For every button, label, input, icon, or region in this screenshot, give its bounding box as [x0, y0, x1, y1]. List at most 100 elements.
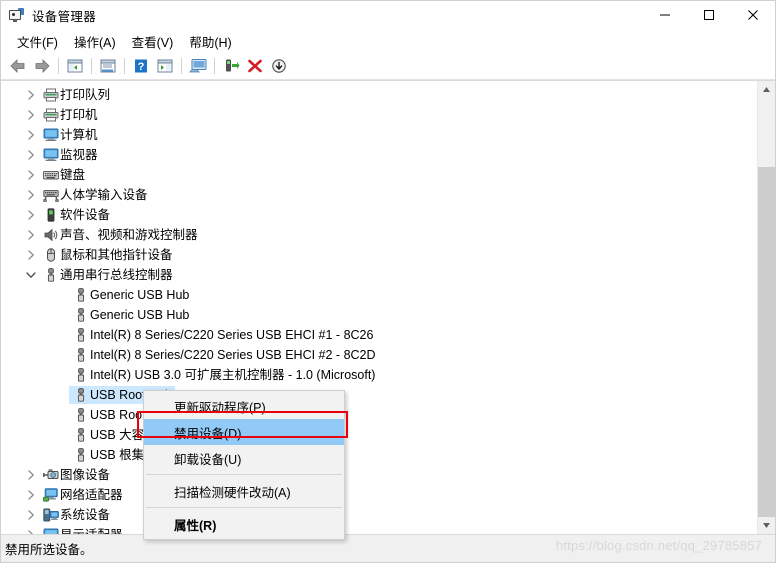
tree-row-content[interactable]: Generic USB Hub — [69, 306, 192, 324]
tree-row-content[interactable]: 声音、视频和游戏控制器 — [39, 226, 201, 244]
tree-row[interactable]: 通用串行总线控制器 — [1, 265, 757, 285]
printer-icon — [42, 105, 60, 125]
chevron-right-icon[interactable] — [23, 125, 39, 145]
device-tree[interactable]: 打印队列打印机计算机监视器键盘人体学输入设备软件设备声音、视频和游戏控制器 鼠标和… — [1, 81, 757, 534]
chevron-right-icon[interactable] — [23, 185, 39, 205]
tree-row[interactable]: 显示适配器 — [1, 525, 757, 534]
tree-row[interactable]: USB Root Hub — [1, 385, 757, 405]
scrollbar-down-arrow[interactable] — [758, 517, 775, 534]
tree-row-content[interactable]: 图像设备 — [39, 466, 113, 484]
usb-icon — [72, 345, 90, 365]
tree-row-content[interactable]: Intel(R) 8 Series/C220 Series USB EHCI #… — [69, 346, 379, 364]
window-controls — [643, 1, 775, 29]
tree-row[interactable]: 打印队列 — [1, 85, 757, 105]
tree-row[interactable]: 鼠标和其他指针设备 — [1, 245, 757, 265]
scrollbar-thumb[interactable] — [758, 98, 775, 167]
device-manager-window: 设备管理器 文件(F) 操作(A) 查看(V) 帮助(H) ? 打印队列 打印机… — [0, 0, 776, 563]
back-icon[interactable] — [6, 55, 30, 77]
tree-row[interactable]: Intel(R) 8 Series/C220 Series USB EHCI #… — [1, 325, 757, 345]
properties-icon[interactable] — [96, 55, 120, 77]
ctx-scan-hardware[interactable]: 扫描检测硬件改动(A) — [144, 478, 344, 504]
tree-row-content[interactable]: 键盘 — [39, 166, 88, 184]
chevron-right-icon[interactable] — [23, 205, 39, 225]
tree-row[interactable]: USB 根集线器 — [1, 445, 757, 465]
disable-device-icon[interactable] — [267, 55, 291, 77]
tree-row-content[interactable]: 网络适配器 — [39, 486, 126, 504]
system-device-icon — [42, 505, 60, 525]
update-driver-icon[interactable] — [219, 55, 243, 77]
scrollbar-up-arrow[interactable] — [758, 81, 775, 98]
status-bar: 禁用所选设备。 — [1, 534, 775, 562]
tree-row-content[interactable]: Generic USB Hub — [69, 286, 192, 304]
chevron-right-icon[interactable] — [23, 245, 39, 265]
tree-row-content[interactable]: 显示适配器 — [39, 526, 126, 534]
tree-row-content[interactable]: 计算机 — [39, 126, 101, 144]
forward-icon[interactable] — [30, 55, 54, 77]
scan-hardware-changes-icon[interactable] — [186, 55, 210, 77]
chevron-right-icon[interactable] — [23, 225, 39, 245]
chevron-right-icon[interactable] — [23, 525, 39, 534]
close-button[interactable] — [731, 1, 775, 29]
chevron-right-icon[interactable] — [23, 485, 39, 505]
chevron-down-icon[interactable] — [23, 265, 39, 285]
tree-row[interactable]: 打印机 — [1, 105, 757, 125]
tree-row-content[interactable]: Intel(R) USB 3.0 可扩展主机控制器 - 1.0 (Microso… — [69, 366, 378, 384]
tree-row[interactable]: 键盘 — [1, 165, 757, 185]
tree-row[interactable]: USB Root Hub — [1, 405, 757, 425]
ctx-disable-device[interactable]: 禁用设备(D) — [144, 419, 344, 445]
tree-row-content[interactable]: Intel(R) 8 Series/C220 Series USB EHCI #… — [69, 326, 376, 344]
tree-row-content[interactable]: 通用串行总线控制器 — [39, 266, 176, 284]
content-area: 打印队列打印机计算机监视器键盘人体学输入设备软件设备声音、视频和游戏控制器 鼠标和… — [1, 80, 775, 534]
tree-row[interactable]: 图像设备 — [1, 465, 757, 485]
tree-row[interactable]: 人体学输入设备 — [1, 185, 757, 205]
tree-row-content[interactable]: 监视器 — [39, 146, 101, 164]
printer-icon — [42, 85, 60, 105]
ctx-properties[interactable]: 属性(R) — [144, 511, 344, 537]
maximize-button[interactable] — [687, 1, 731, 29]
tree-row-content[interactable]: 系统设备 — [39, 506, 113, 524]
tree-row-content[interactable]: 打印机 — [39, 106, 101, 124]
vertical-scrollbar[interactable] — [757, 81, 775, 534]
software-device-icon — [42, 205, 60, 225]
chevron-right-icon[interactable] — [23, 505, 39, 525]
chevron-right-icon[interactable] — [23, 85, 39, 105]
menu-bar: 文件(F) 操作(A) 查看(V) 帮助(H) — [1, 29, 775, 53]
status-text: 禁用所选设备。 — [5, 543, 93, 557]
menu-view[interactable]: 查看(V) — [124, 30, 182, 53]
help-icon[interactable]: ? — [129, 55, 153, 77]
tree-row-content[interactable]: 人体学输入设备 — [39, 186, 151, 204]
tree-row-content[interactable]: 软件设备 — [39, 206, 113, 224]
tree-row[interactable]: USB 大容量存储设备 — [1, 425, 757, 445]
ctx-uninstall-device[interactable]: 卸载设备(U) — [144, 445, 344, 471]
chevron-right-icon[interactable] — [23, 105, 39, 125]
usb-icon — [72, 385, 90, 405]
tree-row[interactable]: Intel(R) 8 Series/C220 Series USB EHCI #… — [1, 345, 757, 365]
tree-row[interactable]: Intel(R) USB 3.0 可扩展主机控制器 - 1.0 (Microso… — [1, 365, 757, 385]
show-hide-action-pane-icon[interactable] — [153, 55, 177, 77]
tree-row-content[interactable]: 打印队列 — [39, 86, 113, 104]
chevron-right-icon[interactable] — [23, 465, 39, 485]
context-menu[interactable]: 更新驱动程序(P) 禁用设备(D) 卸载设备(U) 扫描检测硬件改动(A) 属性(R) — [143, 390, 345, 540]
tree-row[interactable]: 声音、视频和游戏控制器 — [1, 225, 757, 245]
ctx-update-driver[interactable]: 更新驱动程序(P) — [144, 393, 344, 419]
tree-row[interactable]: Generic USB Hub — [1, 305, 757, 325]
tree-row[interactable]: 软件设备 — [1, 205, 757, 225]
menu-action[interactable]: 操作(A) — [66, 30, 124, 53]
tree-row[interactable]: 计算机 — [1, 125, 757, 145]
chevron-right-icon[interactable] — [23, 165, 39, 185]
tree-row-label: Intel(R) USB 3.0 可扩展主机控制器 - 1.0 (Microso… — [90, 368, 376, 382]
tree-row[interactable]: 监视器 — [1, 145, 757, 165]
uninstall-device-icon[interactable] — [243, 55, 267, 77]
menu-file[interactable]: 文件(F) — [9, 30, 66, 53]
tree-row[interactable]: Generic USB Hub — [1, 285, 757, 305]
chevron-right-icon[interactable] — [23, 145, 39, 165]
minimize-button[interactable] — [643, 1, 687, 29]
tree-row[interactable]: 网络适配器 — [1, 485, 757, 505]
show-hide-console-tree-icon[interactable] — [63, 55, 87, 77]
tree-row-label: 软件设备 — [60, 208, 111, 222]
tree-row[interactable]: 系统设备 — [1, 505, 757, 525]
menu-help[interactable]: 帮助(H) — [181, 30, 239, 53]
tree-row-content[interactable]: 鼠标和其他指针设备 — [39, 246, 176, 264]
